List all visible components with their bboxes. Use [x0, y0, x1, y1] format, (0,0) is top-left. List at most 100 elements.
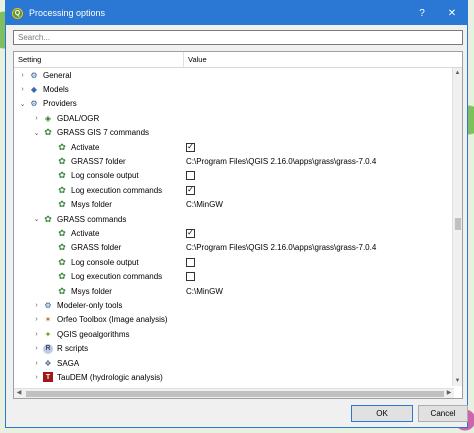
checkbox-checked[interactable]: ✓ [186, 185, 195, 195]
tree-row-label: QGIS geoalgorithms [57, 329, 130, 339]
tree-row[interactable]: ✿ GRASS7 folder C:\Program Files\QGIS 2.16… [14, 154, 454, 168]
gear-icon: ⚙ [44, 300, 52, 310]
expand-arrow-icon[interactable]: › [32, 374, 41, 381]
setting-checkbox[interactable]: ✓ [186, 228, 195, 238]
tree-row[interactable]: › ❖ SAGA [14, 356, 454, 370]
grass-icon: ✿ [58, 199, 66, 210]
tree-row[interactable]: ✿ Log console output [14, 255, 454, 269]
tree-row[interactable]: › ◈ GDAL/OGR [14, 111, 454, 125]
tree-row[interactable]: ✿ Log execution commands ✓ [14, 183, 454, 197]
gear-icon: ⚙ [30, 70, 38, 80]
expand-arrow-icon[interactable]: › [32, 115, 41, 122]
tree-row-label: Msys folder [71, 200, 112, 210]
tree-row-label: Log execution commands [71, 272, 163, 282]
horizontal-scrollbar[interactable]: ◀ ▶ [14, 388, 454, 398]
collapse-arrow-icon[interactable]: ⌄ [18, 100, 27, 108]
setting-checkbox[interactable] [186, 171, 195, 181]
checkbox-checked[interactable]: ✓ [186, 142, 195, 152]
collapse-arrow-icon[interactable]: ⌄ [32, 129, 41, 137]
tree-row-label: GRASS7 folder [71, 157, 126, 167]
scroll-up-icon[interactable]: ▲ [453, 68, 462, 78]
grass-icon: ✿ [58, 184, 66, 195]
qgis-logo-icon: Q [12, 7, 23, 19]
title-bar[interactable]: Q Processing options ? ✕ [6, 1, 467, 25]
saga-icon: ❖ [44, 358, 52, 368]
setting-checkbox[interactable]: ✓ [186, 185, 195, 195]
cancel-button[interactable]: Cancel [418, 405, 468, 422]
checkbox-unchecked[interactable] [186, 272, 195, 282]
setting-checkbox[interactable]: ✓ [186, 142, 195, 152]
scroll-left-icon[interactable]: ◀ [14, 389, 24, 398]
setting-value[interactable]: C:\MinGW [186, 287, 223, 296]
checkbox-unchecked[interactable] [186, 257, 195, 267]
grass-icon: ✿ [44, 213, 52, 224]
expand-arrow-icon[interactable]: › [32, 302, 41, 309]
tree-row[interactable]: › ◆ Models [14, 82, 454, 96]
gear-icon: ⚙ [30, 99, 38, 109]
expand-arrow-icon[interactable]: › [18, 86, 27, 93]
tree-row[interactable]: ⌄ ⚙ Providers [14, 97, 454, 111]
help-button[interactable]: ? [407, 1, 437, 25]
tree-row[interactable]: ⌄ ✿ GRASS commands [14, 212, 454, 226]
search-input[interactable]: Search... [13, 30, 463, 45]
setting-checkbox[interactable] [186, 272, 195, 282]
tree-row[interactable]: ✿ Activate ✓ [14, 226, 454, 240]
tree-row[interactable]: ✿ Log execution commands [14, 269, 454, 283]
tree-row[interactable]: ✿ GRASS folder C:\Program Files\QGIS 2.16.… [14, 241, 454, 255]
grass-icon: ✿ [44, 127, 52, 138]
tree-row-label: Msys folder [71, 286, 112, 296]
column-header-value[interactable]: Value [184, 52, 462, 67]
setting-value[interactable]: C:\Program Files\QGIS 2.16.0\apps\grass\… [186, 157, 376, 166]
scroll-down-icon[interactable]: ▼ [453, 376, 462, 386]
tree-row[interactable]: ✿ Log console output [14, 169, 454, 183]
expand-arrow-icon[interactable]: › [32, 331, 41, 338]
tree-row[interactable]: › R R scripts [14, 341, 454, 355]
tree-row-label: SAGA [57, 358, 80, 368]
tree-row-label: Modeler-only tools [57, 300, 123, 310]
close-button[interactable]: ✕ [437, 1, 467, 25]
scroll-right-icon[interactable]: ▶ [444, 389, 454, 398]
expand-arrow-icon[interactable]: › [18, 72, 27, 79]
grass-icon: ✿ [58, 156, 66, 167]
expand-arrow-icon[interactable]: › [32, 316, 41, 323]
setting-value[interactable]: C:\MinGW [186, 200, 223, 209]
tree-row[interactable]: ✿ Msys folder C:\MinGW [14, 284, 454, 298]
tree-row[interactable]: ⌄ ✿ GRASS GIS 7 commands [14, 126, 454, 140]
tree-row-label: Activate [71, 228, 100, 238]
tree-row[interactable]: › ✦ QGIS geoalgorithms [14, 327, 454, 341]
tree-row-label: GDAL/OGR [57, 113, 100, 123]
vertical-scrollbar[interactable]: ▲ ▼ [452, 68, 462, 386]
vertical-scroll-thumb[interactable] [455, 218, 461, 230]
tree-row[interactable]: ✿ Msys folder C:\MinGW [14, 198, 454, 212]
collapse-arrow-icon[interactable]: ⌄ [32, 215, 41, 223]
expand-arrow-icon[interactable]: › [32, 360, 41, 367]
tree-row-label: R scripts [57, 344, 89, 354]
tree-row[interactable]: › ⚙ General [14, 68, 454, 82]
window-title: Processing options [29, 8, 106, 18]
tree-row-label: TauDEM (hydrologic analysis) [57, 372, 163, 382]
horizontal-scroll-thumb[interactable] [26, 391, 444, 397]
checkbox-checked[interactable]: ✓ [186, 228, 195, 238]
tree-row-label: Orfeo Toolbox (Image analysis) [57, 315, 168, 325]
grass-icon: ✿ [58, 141, 66, 152]
r-icon: R [43, 343, 53, 354]
expand-arrow-icon[interactable]: › [32, 345, 41, 352]
tree-row[interactable]: ✿ Activate ✓ [14, 140, 454, 154]
tree-row[interactable]: › ✶ Orfeo Toolbox (Image analysis) [14, 313, 454, 327]
orfeo-icon: ✶ [44, 315, 52, 325]
tree-row-label: Log console output [71, 257, 139, 267]
tree-row-label: GRASS commands [57, 214, 127, 224]
grass-icon: ✿ [58, 285, 66, 296]
tree-row-label: Providers [43, 99, 77, 109]
setting-checkbox[interactable] [186, 257, 195, 267]
column-header-setting[interactable]: Setting [14, 52, 184, 67]
setting-value[interactable]: C:\Program Files\QGIS 2.16.0\apps\grass\… [186, 243, 376, 252]
grass-icon: ✿ [58, 227, 66, 238]
ok-button[interactable]: OK [351, 405, 413, 422]
checkbox-unchecked[interactable] [186, 171, 195, 181]
taudem-icon: T [43, 372, 53, 383]
tree-row[interactable]: › T TauDEM (hydrologic analysis) [14, 370, 454, 384]
tree-row[interactable]: › ⚙ Modeler-only tools [14, 298, 454, 312]
tree-row-label: Activate [71, 142, 100, 152]
qgis-icon: ✦ [44, 329, 52, 339]
